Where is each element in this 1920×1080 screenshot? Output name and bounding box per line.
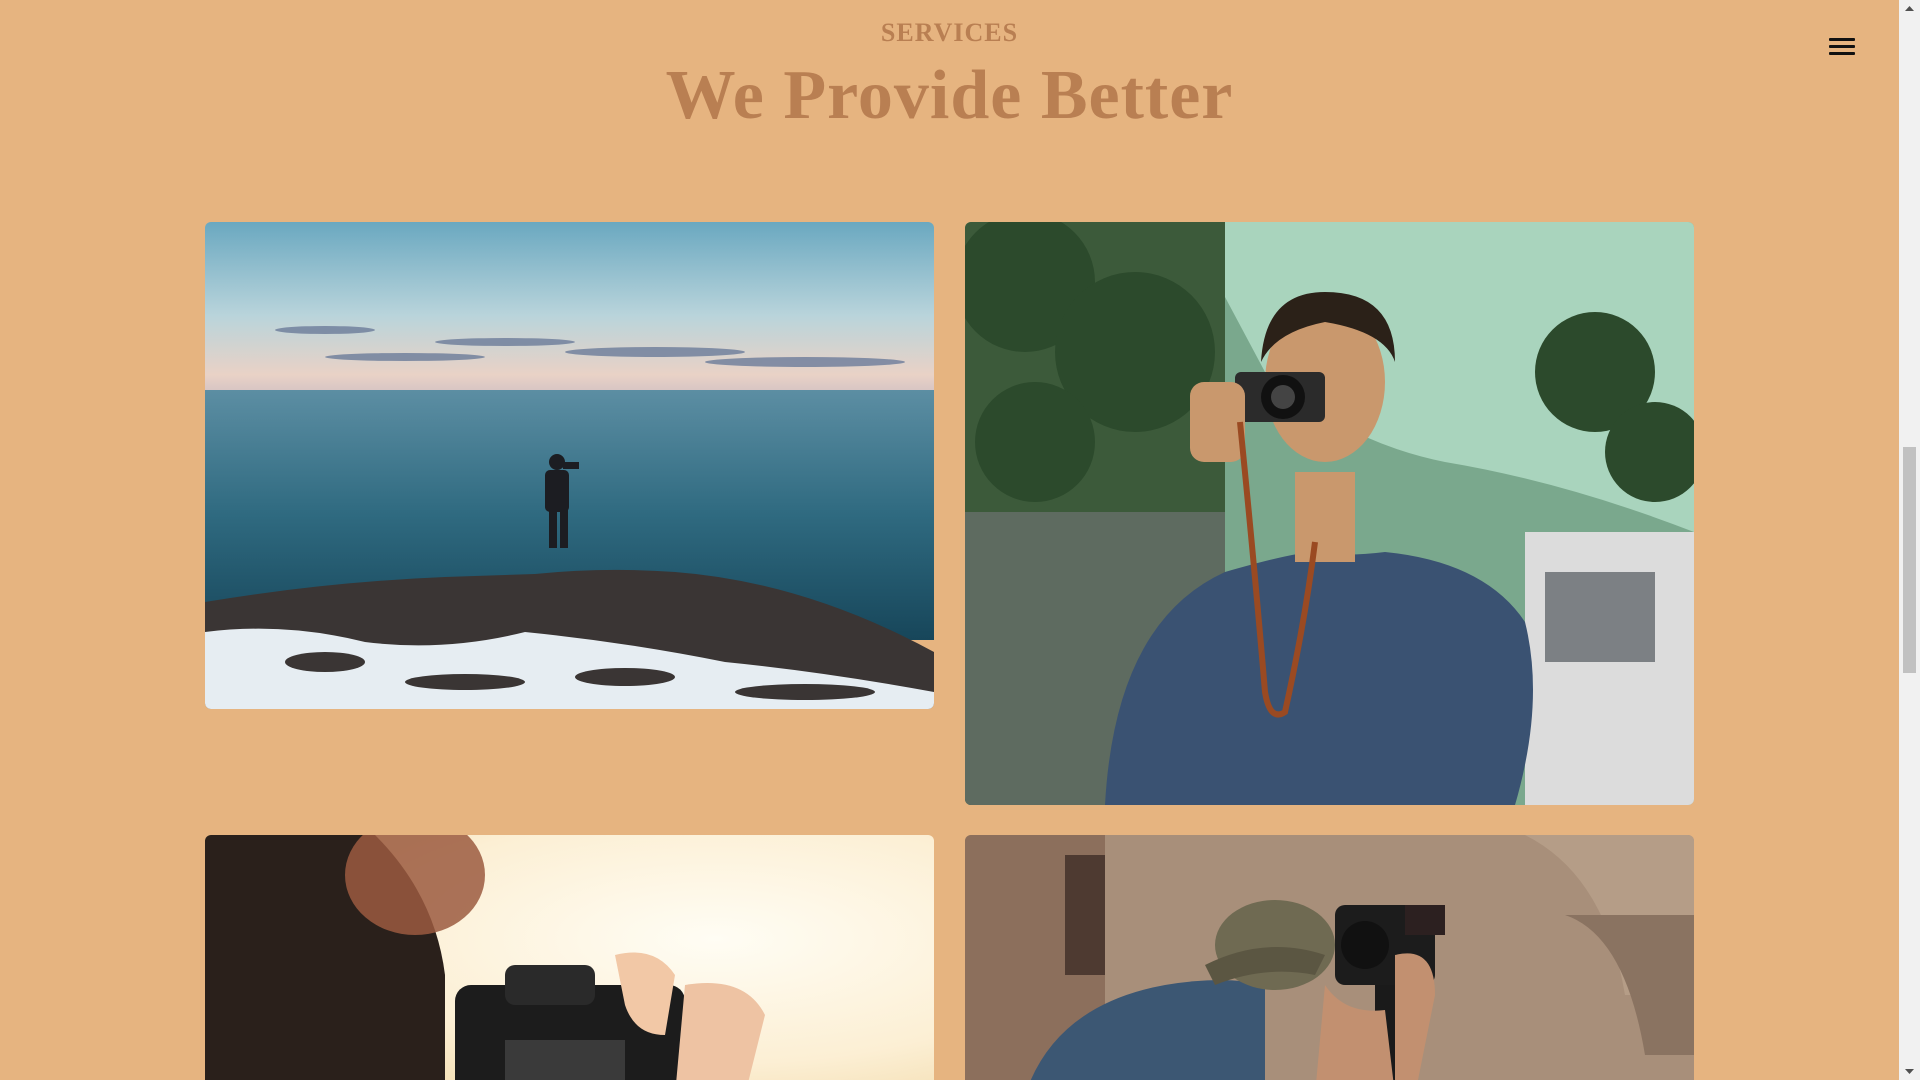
hamburger-menu-icon[interactable] xyxy=(1826,34,1858,60)
man-with-camera-photo xyxy=(965,222,1694,805)
menu-bar xyxy=(1829,52,1855,55)
scroll-down-arrow-icon[interactable] xyxy=(1899,1063,1920,1080)
gallery-image-man-with-camera[interactable] xyxy=(965,222,1694,805)
gallery-image-sea-cliff[interactable] xyxy=(205,222,934,709)
camera-sunset-photo xyxy=(205,835,934,1080)
sea-cliff-photo xyxy=(205,222,934,709)
scrollbar-thumb[interactable] xyxy=(1903,447,1916,673)
menu-bar xyxy=(1829,38,1855,41)
page: SERVICES We Provide Better xyxy=(0,0,1920,1080)
gallery-image-man-in-cap[interactable] xyxy=(965,835,1694,1080)
section-headline: We Provide Better xyxy=(665,57,1234,134)
scroll-up-arrow-icon[interactable] xyxy=(1899,0,1920,17)
vertical-scrollbar[interactable] xyxy=(1899,0,1920,1080)
menu-bar xyxy=(1829,45,1855,48)
man-in-cap-photo xyxy=(965,835,1694,1080)
gallery-image-camera-sunset[interactable] xyxy=(205,835,934,1080)
services-section: SERVICES We Provide Better xyxy=(0,0,1899,1080)
section-eyebrow: SERVICES xyxy=(880,18,1019,47)
